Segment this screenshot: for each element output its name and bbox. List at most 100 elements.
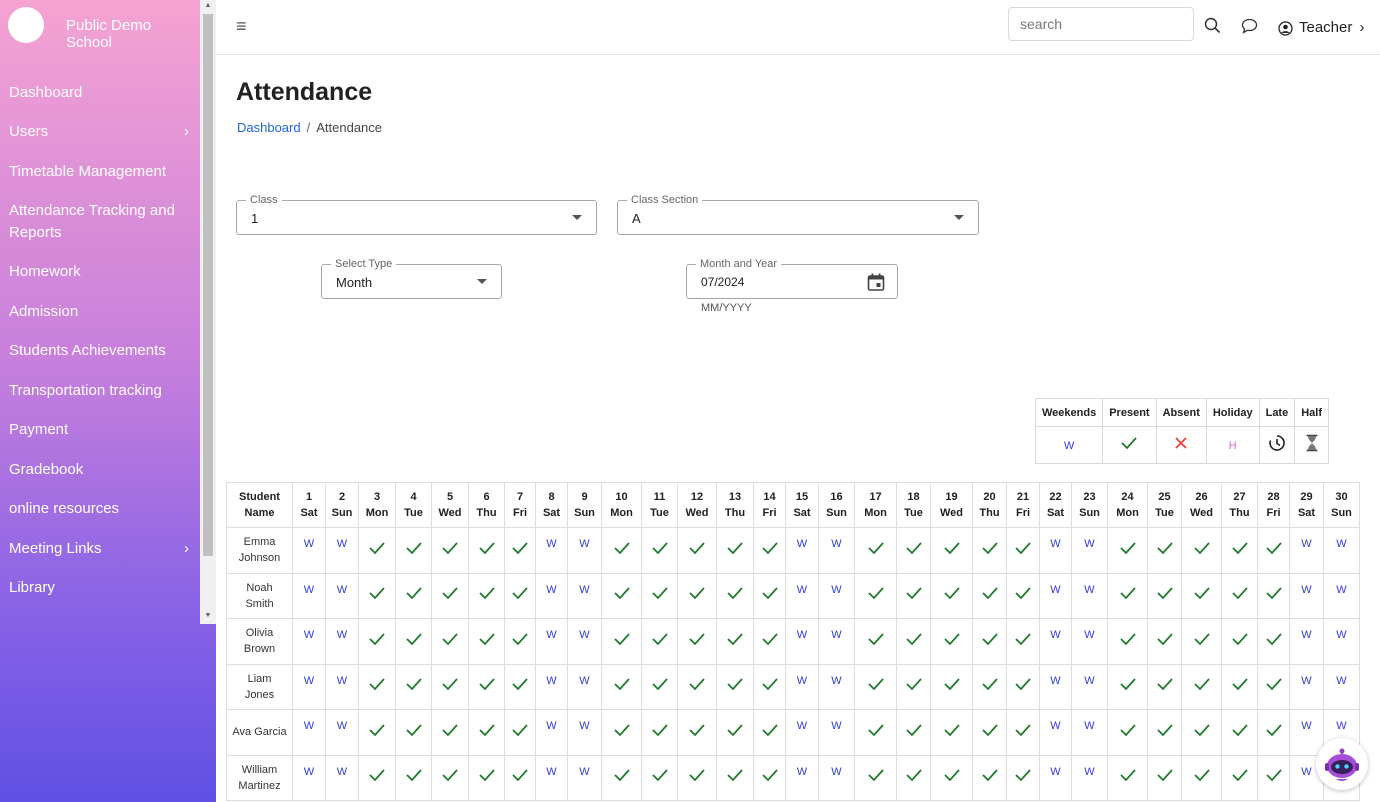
attendance-cell[interactable]: W	[1323, 618, 1360, 665]
attendance-cell[interactable]	[1006, 709, 1040, 756]
attendance-cell[interactable]: W	[325, 709, 359, 756]
attendance-cell[interactable]: W	[1039, 618, 1072, 665]
attendance-cell[interactable]	[677, 709, 717, 756]
attendance-cell[interactable]	[1107, 618, 1148, 665]
attendance-cell[interactable]: W	[818, 527, 855, 574]
sidebar-item-library[interactable]: Library	[9, 577, 199, 599]
sidebar-item-admission[interactable]: Admission	[9, 301, 199, 323]
attendance-cell[interactable]: W	[1289, 618, 1324, 665]
attendance-cell[interactable]	[930, 709, 973, 756]
attendance-cell[interactable]	[468, 572, 505, 619]
attendance-cell[interactable]	[468, 709, 505, 756]
class-select[interactable]: Class 1	[236, 193, 597, 235]
sidebar-brand[interactable]: Public Demo School	[0, 0, 200, 52]
attendance-cell[interactable]	[753, 527, 786, 574]
attendance-cell[interactable]: W	[567, 709, 602, 756]
attendance-cell[interactable]: W	[535, 572, 568, 619]
month-year-picker[interactable]: Month and Year 07/2024	[686, 257, 898, 299]
attendance-cell[interactable]	[1221, 663, 1258, 710]
sidebar-item-timetable-management[interactable]: Timetable Management	[9, 161, 199, 183]
attendance-cell[interactable]: W	[325, 754, 359, 801]
attendance-cell[interactable]	[641, 663, 678, 710]
attendance-cell[interactable]	[716, 709, 754, 756]
scrollbar-thumb[interactable]	[203, 14, 213, 556]
attendance-cell[interactable]: W	[325, 572, 359, 619]
menu-icon[interactable]: ≡	[236, 16, 247, 37]
attendance-cell[interactable]	[972, 709, 1007, 756]
attendance-cell[interactable]	[753, 663, 786, 710]
chat-icon[interactable]	[1241, 18, 1258, 34]
attendance-cell[interactable]: W	[818, 709, 855, 756]
attendance-cell[interactable]	[753, 754, 786, 801]
attendance-cell[interactable]	[468, 663, 505, 710]
attendance-cell[interactable]	[1147, 527, 1182, 574]
sidebar-scrollbar[interactable]: ▲ ▼	[200, 0, 216, 624]
sidebar-item-attendance-tracking-and-reports[interactable]: Attendance Tracking and Reports	[9, 200, 199, 244]
attendance-cell[interactable]	[1181, 618, 1222, 665]
attendance-cell[interactable]: W	[567, 618, 602, 665]
attendance-cell[interactable]	[677, 618, 717, 665]
search-input[interactable]	[1008, 7, 1194, 41]
attendance-cell[interactable]	[1181, 663, 1222, 710]
attendance-cell[interactable]	[1257, 572, 1290, 619]
attendance-cell[interactable]	[1147, 754, 1182, 801]
attendance-cell[interactable]	[601, 527, 642, 574]
attendance-cell[interactable]	[1221, 709, 1258, 756]
attendance-cell[interactable]	[753, 618, 786, 665]
attendance-cell[interactable]	[1107, 572, 1148, 619]
attendance-cell[interactable]: W	[567, 527, 602, 574]
attendance-cell[interactable]: W	[818, 572, 855, 619]
attendance-cell[interactable]	[930, 663, 973, 710]
attendance-cell[interactable]	[431, 618, 469, 665]
attendance-cell[interactable]	[1221, 572, 1258, 619]
attendance-cell[interactable]	[1181, 754, 1222, 801]
attendance-cell[interactable]	[1147, 618, 1182, 665]
user-menu[interactable]: Teacher ›	[1278, 19, 1365, 36]
attendance-cell[interactable]	[1221, 618, 1258, 665]
attendance-cell[interactable]	[677, 663, 717, 710]
sidebar-item-payment[interactable]: Payment	[9, 419, 199, 441]
attendance-cell[interactable]	[1257, 527, 1290, 574]
attendance-cell[interactable]	[716, 527, 754, 574]
attendance-cell[interactable]: W	[785, 709, 819, 756]
attendance-cell[interactable]	[601, 572, 642, 619]
class-section-select[interactable]: Class Section A	[617, 193, 979, 235]
attendance-cell[interactable]: W	[785, 618, 819, 665]
attendance-cell[interactable]	[854, 663, 897, 710]
attendance-cell[interactable]	[854, 709, 897, 756]
sidebar-item-homework[interactable]: Homework	[9, 261, 199, 283]
attendance-cell[interactable]: W	[1323, 572, 1360, 619]
attendance-cell[interactable]	[431, 754, 469, 801]
attendance-cell[interactable]	[641, 572, 678, 619]
attendance-cell[interactable]	[1006, 663, 1040, 710]
attendance-cell[interactable]: W	[1289, 527, 1324, 574]
attendance-cell[interactable]	[677, 754, 717, 801]
attendance-cell[interactable]	[641, 527, 678, 574]
attendance-cell[interactable]	[601, 618, 642, 665]
attendance-cell[interactable]	[896, 709, 931, 756]
attendance-cell[interactable]: W	[535, 663, 568, 710]
attendance-cell[interactable]	[896, 572, 931, 619]
attendance-cell[interactable]	[395, 527, 432, 574]
attendance-cell[interactable]	[854, 572, 897, 619]
calendar-icon[interactable]	[866, 272, 886, 292]
attendance-cell[interactable]: W	[1323, 527, 1360, 574]
attendance-cell[interactable]	[601, 709, 642, 756]
attendance-cell[interactable]	[1107, 663, 1148, 710]
breadcrumb-dashboard-link[interactable]: Dashboard	[237, 120, 301, 135]
attendance-cell[interactable]	[854, 754, 897, 801]
attendance-cell[interactable]: W	[1071, 527, 1108, 574]
attendance-cell[interactable]: W	[292, 754, 326, 801]
attendance-cell[interactable]	[431, 709, 469, 756]
attendance-cell[interactable]	[504, 663, 536, 710]
attendance-cell[interactable]	[854, 527, 897, 574]
attendance-cell[interactable]	[504, 572, 536, 619]
attendance-cell[interactable]	[1107, 709, 1148, 756]
attendance-cell[interactable]	[1107, 754, 1148, 801]
attendance-cell[interactable]: W	[535, 618, 568, 665]
attendance-cell[interactable]	[854, 618, 897, 665]
attendance-cell[interactable]	[896, 663, 931, 710]
attendance-cell[interactable]	[504, 618, 536, 665]
attendance-cell[interactable]	[358, 618, 396, 665]
attendance-cell[interactable]	[358, 663, 396, 710]
